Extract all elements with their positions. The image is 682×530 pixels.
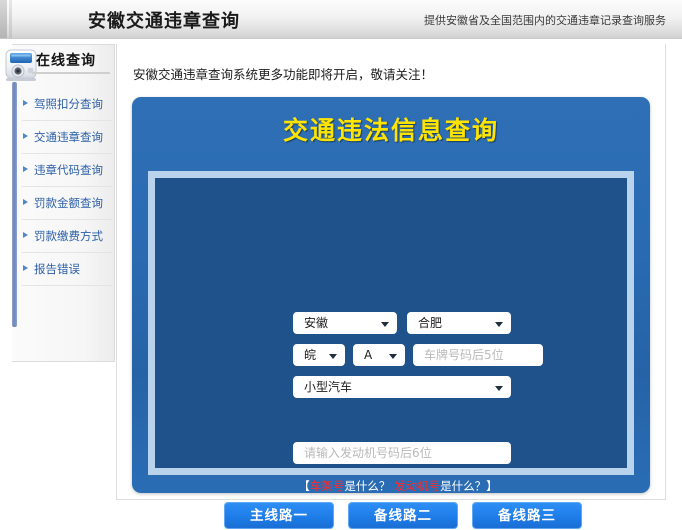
sidebar-item-label: 驾照扣分查询 <box>34 97 103 111</box>
backup-route-3-button[interactable]: 备线路三 <box>472 502 582 529</box>
province-select[interactable]: 安徽 <box>293 312 397 334</box>
query-panel-frame: 安徽 合肥 皖 A 车牌号码后5位 小型汽车 请输入发动机号码后6位 <box>148 171 634 475</box>
sidebar-item-label: 罚款缴费方式 <box>34 229 103 243</box>
sidebar-item-fine-amount[interactable]: 罚款金额查询 <box>22 187 112 220</box>
sidebar-accent-rail <box>12 82 17 327</box>
hint-close-bracket: 】 <box>486 479 498 493</box>
plate-number-input[interactable]: 车牌号码后5位 <box>413 344 543 366</box>
chevron-down-icon <box>381 322 389 327</box>
backup-route-2-button[interactable]: 备线路二 <box>348 502 458 529</box>
province-select-value: 安徽 <box>304 316 328 330</box>
sidebar-item-label: 报告错误 <box>34 262 80 276</box>
query-form: 安徽 合肥 皖 A 车牌号码后5位 小型汽车 请输入发动机号码后6位 <box>155 178 627 468</box>
notice-text: 安徽交通违章查询系统更多功能即将开启，敬请关注！ <box>133 64 433 83</box>
engine-help-link[interactable]: 发动机号 <box>394 479 440 493</box>
sidebar-item-report-error[interactable]: 报告错误 <box>22 253 112 286</box>
plate-letter-select[interactable]: A <box>353 344 405 366</box>
plate-prefix-select[interactable]: 皖 <box>293 344 345 366</box>
arrow-right-icon <box>23 265 28 271</box>
sidebar-item-label: 罚款金额查询 <box>34 196 103 210</box>
chevron-down-icon <box>495 322 503 327</box>
header-accent-bar-secondary <box>9 0 12 38</box>
page-title: 安徽交通违章查询 <box>88 7 240 33</box>
sidebar-menu: 驾照扣分查询 交通违章查询 违章代码查询 罚款金额查询 罚款缴费方式 报告错误 <box>22 88 112 286</box>
header-accent-bar <box>0 0 7 38</box>
query-panel: 交通违法信息查询 安徽 合肥 皖 A 车牌号码后5位 小型汽车 <box>132 97 650 493</box>
vehicle-type-value: 小型汽车 <box>304 380 352 394</box>
help-hint: 【车架号是什么？ 发动机号是什么？】 <box>155 478 641 494</box>
sidebar-item-violation-code[interactable]: 违章代码查询 <box>22 154 112 187</box>
arrow-right-icon <box>23 166 28 172</box>
engine-number-input[interactable]: 请输入发动机号码后6位 <box>293 442 511 464</box>
primary-route-button[interactable]: 主线路一 <box>224 502 334 529</box>
plate-prefix-value: 皖 <box>304 348 316 362</box>
site-tagline: 提供安徽省及全国范围内的交通违章记录查询服务 <box>424 12 666 28</box>
sidebar-item-traffic-violation[interactable]: 交通违章查询 <box>22 121 112 154</box>
hint-text-1: 是什么？ <box>344 479 390 493</box>
city-select-value: 合肥 <box>418 316 442 330</box>
chevron-down-icon <box>495 386 503 391</box>
site-header: 安徽交通违章查询 提供安徽省及全国范围内的交通违章记录查询服务 <box>0 0 682 39</box>
city-select[interactable]: 合肥 <box>407 312 511 334</box>
sidebar-heading: 在线查询 <box>36 50 96 70</box>
vehicle-type-select[interactable]: 小型汽车 <box>293 376 511 398</box>
sidebar-item-license-points[interactable]: 驾照扣分查询 <box>22 88 112 121</box>
hint-open-bracket: 【 <box>298 479 310 493</box>
plate-letter-value: A <box>364 348 372 362</box>
arrow-right-icon <box>23 199 28 205</box>
chevron-down-icon <box>329 354 337 359</box>
vin-help-link[interactable]: 车架号 <box>310 479 345 493</box>
arrow-right-icon <box>23 100 28 106</box>
sidebar-item-label: 违章代码查询 <box>34 163 103 177</box>
arrow-right-icon <box>23 133 28 139</box>
arrow-right-icon <box>23 232 28 238</box>
sidebar-item-payment-method[interactable]: 罚款缴费方式 <box>22 220 112 253</box>
sidebar-item-label: 交通违章查询 <box>34 130 103 144</box>
chevron-down-icon <box>389 354 397 359</box>
query-panel-title: 交通违法信息查询 <box>132 111 650 147</box>
hint-text-2: 是什么？ <box>440 479 486 493</box>
